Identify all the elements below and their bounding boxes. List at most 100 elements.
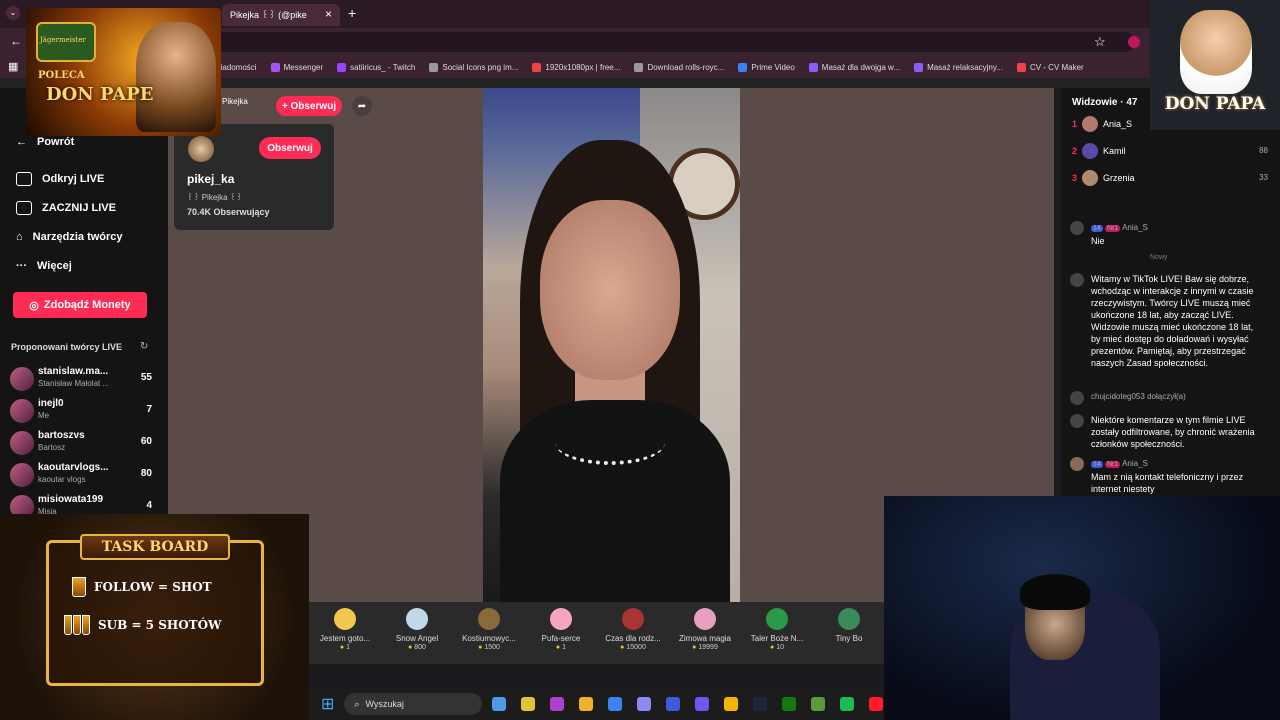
- gift-item[interactable]: Czas dla rodz...15000: [597, 602, 669, 664]
- nav-start-live[interactable]: ZACZNIJ LIVE: [16, 201, 116, 215]
- get-coins-button[interactable]: ◎ Zdobądź Monety: [13, 292, 147, 318]
- get-coins-label: Zdobądź Monety: [43, 299, 131, 311]
- bookmark-icon: [337, 62, 347, 72]
- viewer-score: 33: [1259, 173, 1268, 182]
- gift-name: Taler Boże N...: [750, 634, 804, 643]
- taskbar-app-icon[interactable]: [753, 697, 768, 711]
- taskbar-app-icon[interactable]: [695, 697, 710, 711]
- join-icon: [1070, 391, 1084, 405]
- gift-item[interactable]: Jestem goto...1: [309, 602, 381, 664]
- nav-creator-tools[interactable]: ⌂ Narzędzia twórcy: [16, 231, 123, 243]
- bookmark-item[interactable]: Masaż relaksacyjny...: [914, 62, 1003, 72]
- chat-user[interactable]: Ania_S: [1122, 223, 1148, 232]
- viewer-rank-item[interactable]: 3 Grzenia 33: [1072, 169, 1268, 189]
- taskbar-app-icon[interactable]: [521, 697, 536, 711]
- refresh-icon[interactable]: ↻: [140, 341, 148, 352]
- taskbar-app-icon[interactable]: [869, 697, 884, 711]
- creator-sub: kaoutar vlogs: [38, 475, 86, 484]
- taskbar-search[interactable]: ⌕ Wyszukaj: [344, 693, 483, 715]
- nav-discover-live[interactable]: Odkryj LIVE: [16, 172, 104, 186]
- follow-button[interactable]: + Obserwuj: [276, 96, 342, 116]
- tab-pikejka[interactable]: Pikejka ꒰꒱ (@pike: [222, 4, 340, 26]
- don-papa-figure: [1180, 10, 1252, 94]
- gift-price: 19999: [692, 644, 717, 651]
- welcome-text: Witamy w TikTok LIVE! Baw się dobrze, wc…: [1091, 274, 1254, 368]
- bookmark-item[interactable]: Download rolls-royc...: [634, 62, 725, 72]
- gift-item[interactable]: Snow Angel800: [381, 602, 453, 664]
- taskbar-app-icon[interactable]: [724, 697, 739, 711]
- viewer-rank-item[interactable]: 2 Kamil 88: [1072, 142, 1268, 162]
- new-divider: Nowy: [1150, 254, 1168, 261]
- join-user[interactable]: chujcidoteg053: [1091, 392, 1145, 401]
- creator-item[interactable]: stanislaw.ma... Stanisław Małolat ... 55: [10, 364, 152, 394]
- share-icon[interactable]: ➦: [352, 96, 372, 116]
- nav-more[interactable]: ··· Więcej: [16, 260, 72, 272]
- host-name[interactable]: Pikejka: [222, 97, 248, 106]
- bookmark-star-icon[interactable]: ☆: [1094, 34, 1106, 50]
- bookmark-item[interactable]: Prime Video: [738, 62, 795, 72]
- creator-item[interactable]: kaoutarvlogs... kaoutar vlogs 80: [10, 460, 152, 490]
- bookmark-item[interactable]: Social Icons png im...: [429, 62, 518, 72]
- address-field[interactable]: [205, 32, 1135, 52]
- creator-avatar: [10, 367, 34, 391]
- gift-item[interactable]: Zimowa magia19999: [669, 602, 741, 664]
- bookmark-icon: [429, 62, 439, 72]
- apps-grid-icon[interactable]: ▦: [8, 60, 18, 73]
- profile-follow-button[interactable]: Obserwuj: [259, 137, 321, 159]
- bookmark-item[interactable]: satiiricus_ - Twitch: [337, 62, 415, 72]
- bookmark-item[interactable]: Messenger: [270, 62, 324, 72]
- bookmark-icon: [914, 62, 924, 72]
- rank-number: 3: [1072, 173, 1078, 183]
- creator-item[interactable]: bartoszvs Bartosz 60: [10, 428, 152, 458]
- bookmark-icon: [634, 62, 644, 72]
- windows-start-icon[interactable]: ⊞: [321, 694, 334, 714]
- bookmark-item[interactable]: Masaż dla dwojga w...: [808, 62, 900, 72]
- creator-item[interactable]: inejl0 Me 7: [10, 396, 152, 426]
- taskbar-app-icon[interactable]: [811, 697, 826, 711]
- rank-badge: Nr1: [1105, 225, 1121, 232]
- taskbar-app-icon[interactable]: [579, 697, 594, 711]
- bookmark-item[interactable]: 1920x1080px | free...: [532, 62, 620, 72]
- task-sub-text: SUB = 5 SHOTÓW: [98, 618, 222, 632]
- bookmark-label: Messenger: [283, 62, 324, 72]
- extension-icon[interactable]: [1128, 36, 1140, 48]
- gift-item[interactable]: Kostiumowyc...1500: [453, 602, 525, 664]
- gift-item[interactable]: Tiny Bo: [813, 602, 885, 664]
- profile-username[interactable]: pikej_ka: [187, 172, 234, 186]
- shot-glasses-icon: [64, 615, 90, 635]
- nav-back[interactable]: ← Powrót: [16, 136, 74, 148]
- viewers-label[interactable]: Widzowie · 47: [1072, 97, 1137, 108]
- chat-system-message: Witamy w TikTok LIVE! Baw się dobrze, wc…: [1070, 273, 1260, 383]
- new-tab-button[interactable]: +: [348, 5, 356, 21]
- home-icon: ⌂: [16, 231, 23, 243]
- taskbar-app-icon[interactable]: [782, 697, 797, 711]
- tab-close-icon[interactable]: ×: [325, 7, 332, 21]
- gift-item[interactable]: Taler Boże N...10: [741, 602, 813, 664]
- taskbar-app-icon[interactable]: [840, 697, 855, 711]
- profile-followers: 70.4K Obserwujący: [187, 207, 270, 217]
- chat-text: Nie: [1091, 236, 1105, 246]
- profile-avatar[interactable]: [188, 136, 214, 162]
- gift-icon: [838, 608, 860, 630]
- chat-user[interactable]: Ania_S: [1122, 459, 1148, 468]
- taskbar-app-icon[interactable]: [492, 697, 507, 711]
- taskbar-app-icon[interactable]: [637, 697, 652, 711]
- chat-avatar: [1070, 221, 1084, 235]
- bookmark-icon: [532, 62, 542, 72]
- nav-back-label: Powrót: [37, 136, 75, 148]
- gift-icon: [406, 608, 428, 630]
- creator-viewers: 55: [140, 372, 152, 383]
- taskbar-app-icon[interactable]: [608, 697, 623, 711]
- nav-discover-label: Odkryj LIVE: [42, 173, 105, 185]
- gift-price: 1: [556, 644, 566, 651]
- gift-item[interactable]: Pufa-serce1: [525, 602, 597, 664]
- bookmark-label: Download rolls-royc...: [647, 62, 725, 72]
- back-arrow-icon[interactable]: ←: [10, 34, 22, 48]
- viewer-avatar: [1082, 143, 1098, 159]
- taskbar-app-icon[interactable]: [666, 697, 681, 711]
- creator-sub: Stanisław Małolat ...: [38, 379, 110, 388]
- taskbar-app-icon[interactable]: [550, 697, 565, 711]
- bookmark-item[interactable]: CV - CV Maker: [1016, 62, 1084, 72]
- bookmark-label: Prime Video: [751, 62, 795, 72]
- browser-menu-button[interactable]: ⌄: [6, 6, 20, 20]
